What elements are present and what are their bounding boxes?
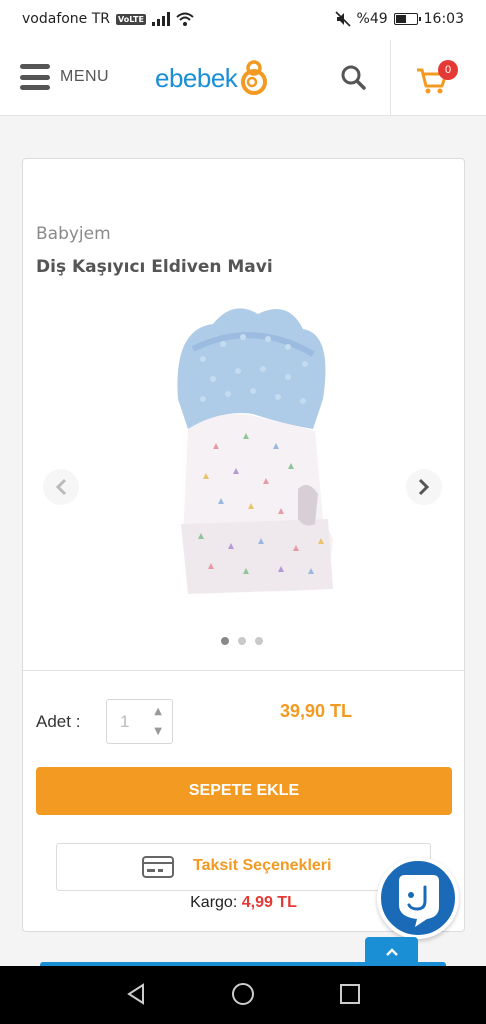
android-nav-bar — [0, 966, 486, 1024]
battery-percent: %49 — [356, 11, 388, 27]
shipping-label: Kargo: — [190, 894, 238, 911]
menu-label: MENU — [60, 68, 110, 85]
chevron-up-icon — [385, 948, 398, 956]
quantity-increase-icon[interactable]: ▲ — [154, 706, 162, 717]
card-divider — [23, 670, 464, 671]
logo-mark-icon — [241, 60, 268, 95]
product-image[interactable] — [83, 289, 413, 619]
product-price: 39,90 TL — [280, 701, 353, 721]
product-brand[interactable]: Babyjem — [36, 224, 111, 244]
next-image-button[interactable] — [406, 469, 442, 505]
back-icon[interactable] — [124, 982, 148, 1006]
quantity-label: Adet : — [36, 712, 81, 731]
status-right: %49 16:03 — [334, 11, 464, 27]
quantity-decrease-icon[interactable]: ▼ — [154, 726, 162, 737]
search-button[interactable] — [340, 64, 368, 92]
credit-card-icon — [142, 856, 174, 878]
image-pagination — [221, 637, 263, 645]
chat-face-icon — [399, 875, 439, 927]
recent-apps-icon[interactable] — [340, 984, 360, 1004]
teething-mitten-image — [177, 308, 333, 594]
installment-options-button[interactable]: Taksit Seçenekleri — [56, 843, 431, 891]
mute-icon — [334, 11, 351, 27]
signal-icon — [151, 12, 170, 26]
ebebek-logo[interactable]: ebebek — [155, 60, 271, 96]
installment-label: Taksit Seçenekleri — [193, 857, 332, 874]
search-icon — [341, 65, 366, 90]
product-card: Babyjem Diş Kaşıyıcı Eldiven Mavi Adet:… — [22, 158, 465, 932]
cart-count-badge: 0 — [438, 60, 458, 80]
site-header: MENU ebebek 0 — [0, 40, 486, 116]
battery-icon — [393, 13, 421, 25]
live-chat-button[interactable] — [377, 857, 459, 939]
pagination-dot[interactable] — [221, 637, 229, 645]
carrier-name: vodafone TR — [22, 11, 111, 27]
pagination-dot[interactable] — [255, 637, 263, 645]
status-left: vodafone TR VoLTE — [22, 11, 194, 27]
chevron-right-icon — [418, 478, 430, 496]
home-icon[interactable] — [231, 982, 255, 1006]
header-divider — [390, 40, 391, 116]
shipping-value: 4,99 TL — [241, 894, 297, 911]
hamburger-icon — [20, 64, 50, 90]
wifi-icon — [176, 12, 194, 26]
product-title: Diş Kaşıyıcı Eldiven Mavi — [36, 257, 273, 277]
menu-button[interactable]: MENU — [20, 64, 109, 90]
status-bar: vodafone TR VoLTE %49 16:03 — [0, 0, 486, 40]
chevron-left-icon — [55, 478, 67, 496]
quantity-value[interactable]: 1 — [120, 712, 129, 732]
prev-image-button[interactable] — [43, 469, 79, 505]
logo-text: ebebek — [155, 62, 238, 93]
clock: 16:03 — [423, 11, 464, 27]
pagination-dot[interactable] — [238, 637, 246, 645]
add-to-cart-button[interactable]: SEPETE EKLE — [36, 767, 452, 815]
quantity-stepper[interactable]: 1 ▲ ▼ — [106, 699, 173, 744]
volte-badge: VoLTE — [116, 13, 146, 25]
